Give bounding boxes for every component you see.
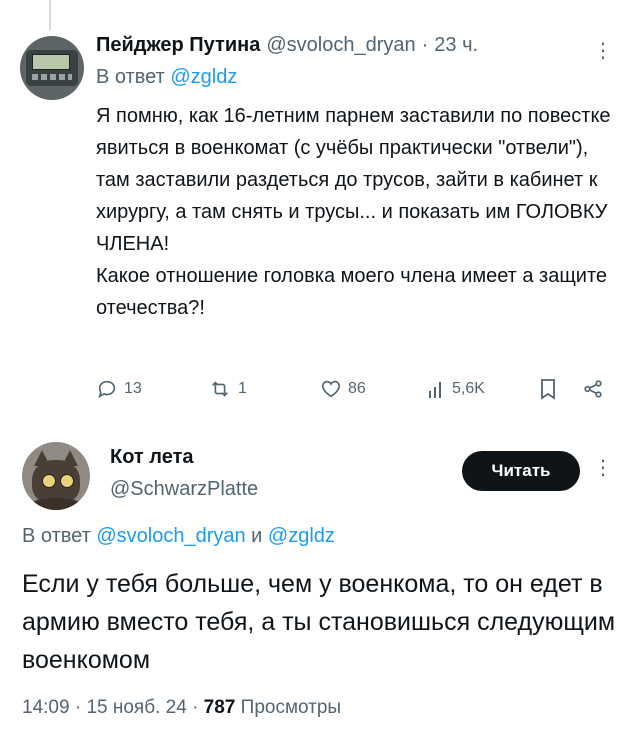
author-handle[interactable]: @svoloch_dryan bbox=[266, 34, 415, 57]
author-block: Кот лета @SchwarzPlatte bbox=[110, 443, 258, 505]
mention-link[interactable]: @svoloch_dryan bbox=[96, 525, 245, 547]
separator: · bbox=[192, 697, 199, 718]
tweet-header: Пейджер Путина @svoloch_dryan · 23 ч. bbox=[96, 30, 478, 60]
like-button[interactable]: 86 bbox=[320, 374, 366, 404]
tweet-actions: 13 1 86 5,6K bbox=[96, 374, 616, 404]
views-label: Просмотры bbox=[240, 697, 342, 718]
separator: · bbox=[74, 697, 82, 718]
cat-body bbox=[26, 498, 86, 510]
tweet-meta: 14:09 · 15 нояб. 24 · 787 Просмотры bbox=[22, 697, 341, 719]
replying-prefix: В ответ bbox=[22, 525, 91, 547]
replying-prefix: В ответ bbox=[96, 66, 165, 88]
tweet-time[interactable]: 14:09 bbox=[22, 697, 70, 718]
separator: · bbox=[421, 33, 429, 56]
reply-tweet[interactable]: Пейджер Путина @svoloch_dryan · 23 ч. ⋮ … bbox=[0, 0, 640, 425]
views-count: 5,6K bbox=[452, 380, 485, 397]
author-handle[interactable]: @SchwarzPlatte bbox=[110, 473, 258, 505]
mention-link[interactable]: @zgldz bbox=[170, 66, 237, 88]
bookmark-button[interactable] bbox=[538, 374, 558, 404]
author-name[interactable]: Пейджер Путина bbox=[96, 34, 260, 57]
heart-icon bbox=[321, 380, 341, 398]
reply-count: 13 bbox=[124, 380, 142, 397]
repost-icon bbox=[212, 381, 228, 397]
share-button[interactable] bbox=[582, 374, 604, 404]
avatar[interactable] bbox=[22, 442, 90, 510]
tweet-paragraph: Какое отношение головка моего члена имее… bbox=[96, 265, 608, 319]
tweet-text: Если у тебя больше, чем у военкома, то о… bbox=[22, 570, 616, 674]
tweet-paragraph: Я помню, как 16-летним парнем заставили … bbox=[96, 105, 611, 255]
bookmark-icon bbox=[541, 379, 555, 400]
repost-button[interactable]: 1 bbox=[208, 374, 247, 404]
reply-icon bbox=[98, 380, 116, 399]
pager-screen bbox=[32, 54, 70, 70]
more-dots-icon[interactable]: ⋮ bbox=[593, 38, 613, 63]
cat-eye bbox=[60, 474, 74, 488]
views-chart-icon bbox=[429, 382, 441, 398]
mention-link[interactable]: @zgldz bbox=[268, 525, 335, 547]
tweet-date[interactable]: 15 нояб. 24 bbox=[86, 697, 186, 718]
reply-button[interactable]: 13 bbox=[96, 374, 142, 404]
avatar[interactable] bbox=[20, 36, 84, 100]
main-tweet[interactable]: Кот лета @SchwarzPlatte Читать ⋮ В ответ… bbox=[0, 425, 640, 739]
tweet-text: Я помню, как 16-летним парнем заставили … bbox=[96, 100, 616, 324]
follow-button[interactable]: Читать bbox=[462, 451, 580, 491]
tweet-time[interactable]: 23 ч. bbox=[434, 34, 478, 57]
views-button[interactable]: 5,6K bbox=[428, 374, 485, 404]
share-icon bbox=[584, 380, 602, 398]
replying-and: и bbox=[251, 525, 263, 547]
replying-to: В ответ @zgldz bbox=[96, 66, 237, 89]
pager-keys bbox=[32, 74, 72, 80]
more-dots-icon[interactable]: ⋮ bbox=[593, 455, 613, 480]
author-name[interactable]: Кот лета bbox=[110, 443, 258, 471]
like-count: 86 bbox=[348, 380, 366, 397]
replying-to: В ответ @svoloch_dryan и @zgldz bbox=[22, 525, 335, 548]
views-count: 787 bbox=[203, 697, 236, 718]
repost-count: 1 bbox=[238, 380, 247, 397]
cat-eye bbox=[42, 474, 56, 488]
